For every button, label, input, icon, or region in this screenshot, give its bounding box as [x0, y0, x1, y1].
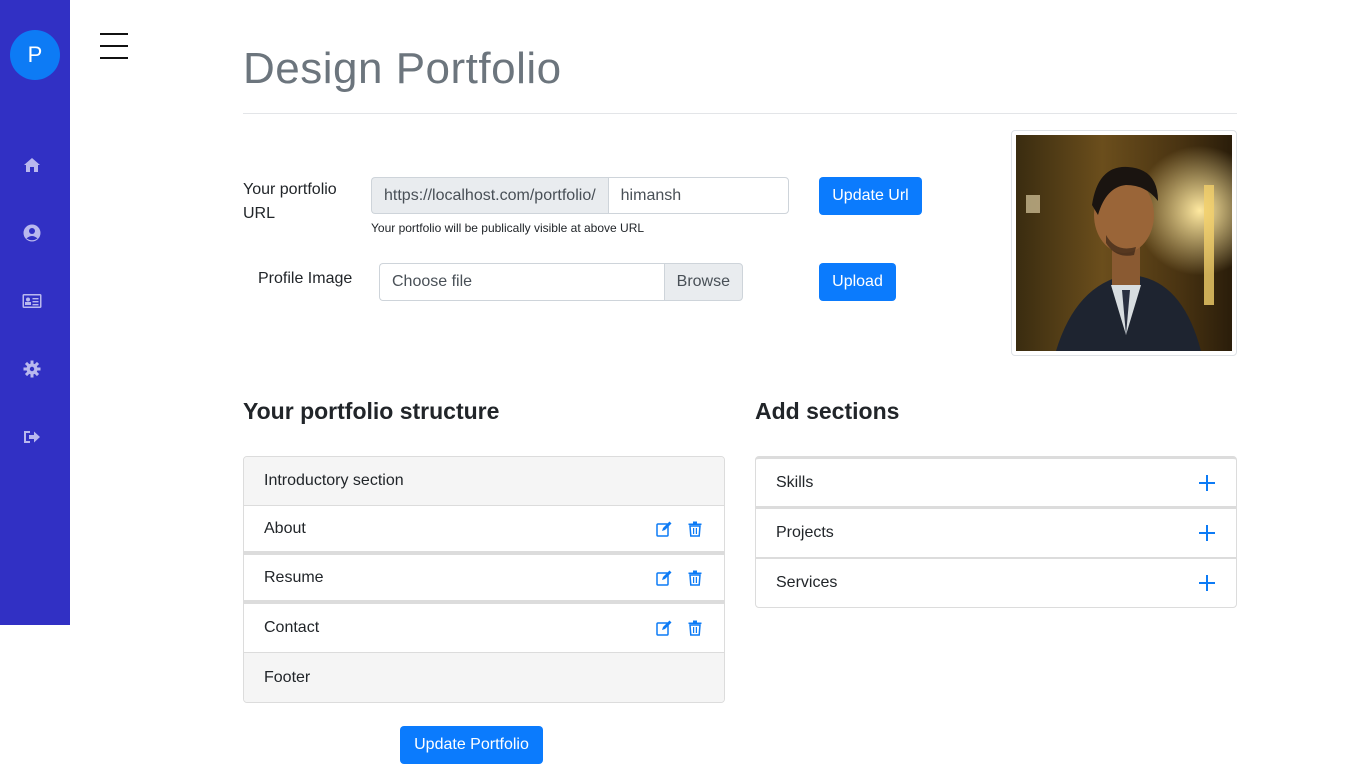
- add-section-item[interactable]: Projects: [756, 509, 1236, 559]
- list-item-label: Resume: [264, 568, 324, 586]
- add-sections-title: Add sections: [755, 398, 900, 424]
- portfolio-url-label: Your portfolio URL: [243, 181, 337, 222]
- page-title: Design Portfolio: [243, 44, 562, 93]
- add-section-item[interactable]: Services: [756, 559, 1236, 607]
- id-card-icon[interactable]: [22, 291, 42, 311]
- user-circle-icon[interactable]: [22, 223, 42, 243]
- add-sections-list: Skills Projects Services: [755, 456, 1237, 608]
- profile-image-label: Profile Image: [258, 270, 353, 287]
- browse-button[interactable]: Browse: [663, 263, 743, 301]
- avatar[interactable]: P: [10, 30, 60, 80]
- trash-icon[interactable]: [688, 521, 704, 537]
- plus-icon[interactable]: [1198, 574, 1216, 592]
- divider: [243, 113, 1237, 114]
- url-help-text: Your portfolio will be publically visibl…: [371, 221, 645, 235]
- list-item[interactable]: About: [244, 506, 724, 555]
- list-item-label: Footer: [264, 668, 311, 686]
- sign-out-icon[interactable]: [22, 427, 42, 447]
- add-section-item[interactable]: Skills: [756, 459, 1236, 509]
- list-item: Introductory section: [244, 457, 724, 506]
- list-item: Footer: [244, 653, 724, 702]
- gear-icon[interactable]: [22, 359, 42, 379]
- list-item-label: Contact: [264, 619, 320, 636]
- home-icon[interactable]: [22, 155, 42, 175]
- upload-button[interactable]: Upload: [819, 263, 896, 301]
- list-item-label: About: [264, 519, 306, 537]
- edit-icon[interactable]: [656, 620, 672, 636]
- url-prefix: https://localhost.com/portfolio/: [371, 177, 608, 214]
- list-item-label: Introductory section: [264, 472, 404, 489]
- portfolio-url-input[interactable]: himansh: [607, 177, 789, 214]
- portfolio-url-group: https://localhost.com/portfolio/ himansh: [371, 177, 789, 214]
- sidebar: P: [0, 0, 70, 625]
- trash-icon[interactable]: [688, 620, 704, 636]
- plus-icon[interactable]: [1198, 474, 1216, 492]
- file-placeholder[interactable]: Choose file: [379, 263, 664, 301]
- menu-toggle-icon[interactable]: [100, 33, 128, 59]
- list-item[interactable]: Resume: [244, 555, 724, 604]
- update-portfolio-button[interactable]: Update Portfolio: [400, 726, 543, 764]
- profile-image-file-input[interactable]: Choose file Browse: [379, 263, 743, 301]
- profile-photo: [1011, 130, 1237, 356]
- update-url-button[interactable]: Update Url: [819, 177, 922, 215]
- add-section-label: Skills: [776, 473, 814, 491]
- structure-title: Your portfolio structure: [243, 398, 500, 424]
- add-section-label: Services: [776, 574, 838, 591]
- list-item[interactable]: Contact: [244, 604, 724, 653]
- edit-icon[interactable]: [656, 570, 672, 586]
- trash-icon[interactable]: [688, 570, 704, 586]
- edit-icon[interactable]: [656, 521, 672, 537]
- structure-list: Introductory section About Resume Contac…: [243, 456, 725, 703]
- add-section-label: Projects: [776, 524, 834, 541]
- plus-icon[interactable]: [1198, 524, 1216, 542]
